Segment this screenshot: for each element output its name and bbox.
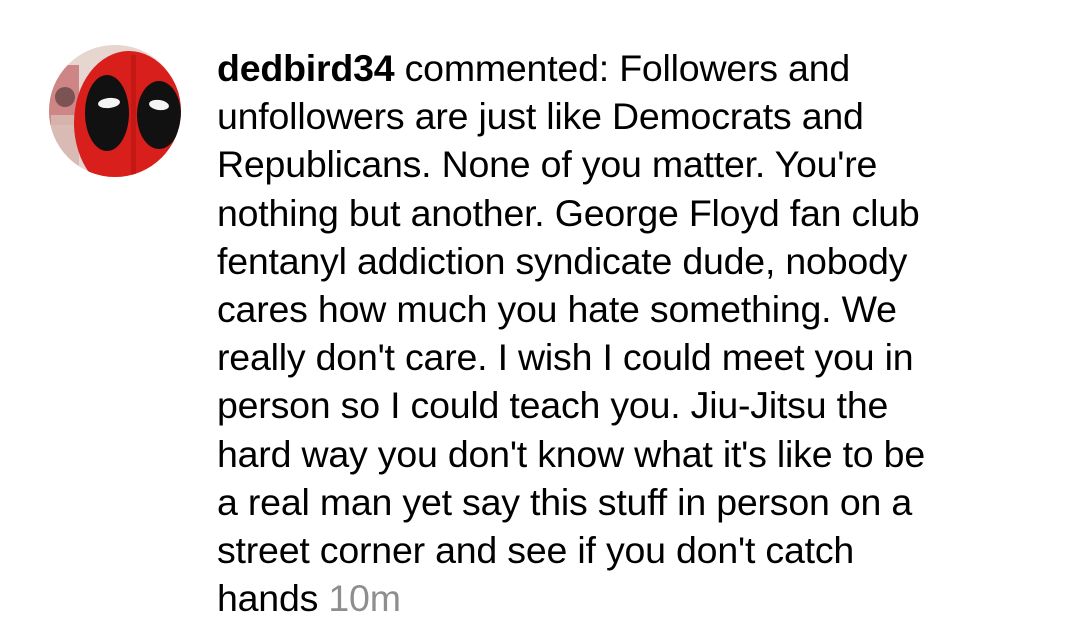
comment-line: nothing but another. George Floyd fan cl…: [217, 191, 920, 234]
username-link[interactable]: dedbird34: [217, 47, 395, 89]
avatar[interactable]: [49, 45, 181, 177]
comment-timestamp: 10m: [328, 577, 401, 620]
comment-line: person so I could teach you. Jiu-Jitsu t…: [217, 384, 889, 427]
comment-line: Republicans. None of you matter. You're: [217, 143, 878, 186]
comment-action: commented:: [394, 47, 620, 89]
comment-line: Followers and: [619, 47, 851, 89]
deadpool-mask-icon: [49, 45, 181, 177]
comment-line: unfollowers are just like Democrats and: [217, 95, 864, 138]
comment-text: dedbird34 commented: Followers and unfol…: [217, 44, 1062, 622]
comment-row: dedbird34 commented: Followers and unfol…: [0, 0, 1080, 625]
comment-line: a real man yet say this stuff in person …: [217, 480, 913, 523]
comment-line: street corner and see if you don't catch: [217, 529, 855, 572]
comment-line: hands: [217, 577, 329, 620]
comment-line: cares how much you hate something. We: [217, 288, 897, 331]
comment-line: hard way you don't know what it's like t…: [217, 432, 925, 475]
comment-line: really don't care. I wish I could meet y…: [217, 336, 914, 379]
comment-line: fentanyl addiction syndicate dude, nobod…: [217, 239, 908, 282]
